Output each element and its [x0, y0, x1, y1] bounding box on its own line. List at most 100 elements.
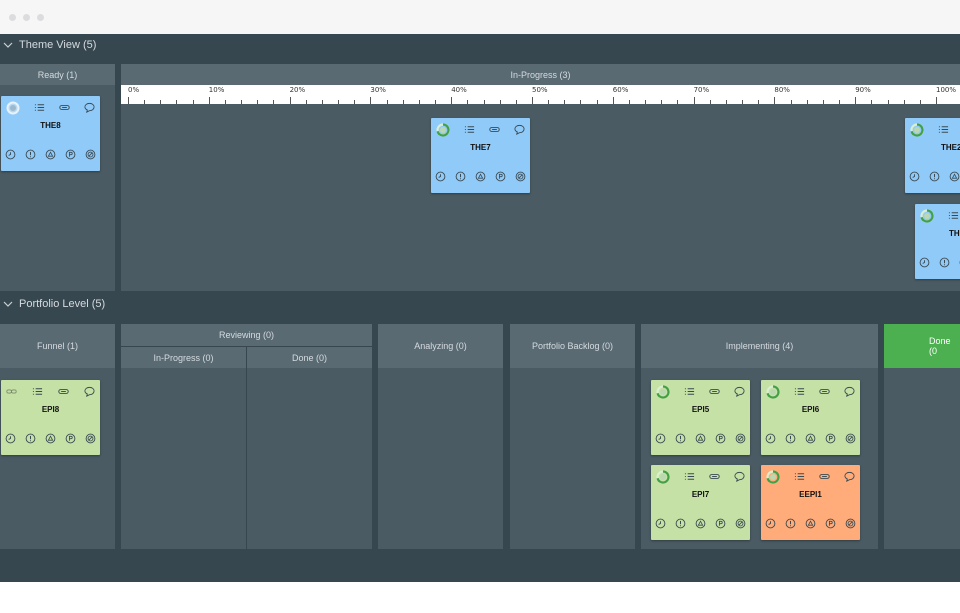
column-header-analyzing[interactable]: Analyzing (0) — [378, 324, 503, 368]
column-header-funnel[interactable]: Funnel (1) — [0, 324, 115, 368]
comment-icon[interactable] — [734, 386, 745, 397]
timer-icon[interactable] — [655, 433, 666, 444]
timer-icon[interactable] — [655, 518, 666, 529]
progress-ring-icon[interactable] — [910, 122, 924, 137]
progress-ring-icon[interactable] — [6, 101, 20, 115]
chevron-down-icon[interactable] — [3, 40, 13, 50]
checklist-icon[interactable] — [464, 124, 475, 135]
checklist-icon[interactable] — [794, 471, 805, 482]
timer-icon[interactable] — [765, 518, 776, 529]
comment-icon[interactable] — [844, 386, 855, 397]
column-header-done[interactable]: Done (0 — [884, 324, 960, 368]
progress-ring-icon[interactable] — [436, 122, 450, 137]
card-epi5[interactable]: EPI5 — [651, 380, 750, 455]
column-header-reviewing-done[interactable]: Done (0) — [247, 347, 372, 368]
attachment-icon[interactable] — [819, 471, 830, 482]
triangle-icon[interactable] — [805, 433, 816, 444]
window-minimize-dot[interactable] — [23, 14, 30, 21]
timer-icon[interactable] — [909, 171, 920, 182]
flag-p-icon[interactable] — [65, 149, 76, 160]
triangle-icon[interactable] — [475, 171, 486, 182]
comment-icon[interactable] — [84, 386, 95, 397]
checklist-icon[interactable] — [34, 102, 45, 113]
timer-icon[interactable] — [435, 171, 446, 182]
exclamation-icon[interactable] — [785, 433, 796, 444]
checklist-icon[interactable] — [938, 124, 949, 135]
flag-p-icon[interactable] — [825, 433, 836, 444]
blocked-icon[interactable] — [85, 433, 96, 444]
attachment-icon[interactable] — [59, 102, 70, 113]
comment-icon[interactable] — [84, 102, 95, 113]
flag-p-icon[interactable] — [495, 171, 506, 182]
exclamation-icon[interactable] — [675, 433, 686, 444]
column-header-ready[interactable]: Ready (1) — [0, 64, 115, 85]
blocked-icon[interactable] — [845, 433, 856, 444]
column-header-reviewing[interactable]: Reviewing (0) — [121, 324, 372, 346]
comment-icon[interactable] — [734, 471, 745, 482]
chevron-down-icon[interactable] — [3, 299, 13, 309]
ruler-tick — [499, 100, 501, 104]
flag-p-icon[interactable] — [715, 433, 726, 444]
blocked-icon[interactable] — [515, 171, 526, 182]
exclamation-icon[interactable] — [929, 171, 940, 182]
checklist-icon[interactable] — [684, 471, 695, 482]
card-the7[interactable]: THE7 — [431, 118, 530, 193]
portfolio-level-header[interactable]: Portfolio Level (5) — [0, 293, 960, 315]
exclamation-icon[interactable] — [455, 171, 466, 182]
progress-ring-icon[interactable] — [920, 208, 934, 223]
flag-p-icon[interactable] — [715, 518, 726, 529]
exclamation-icon[interactable] — [25, 149, 36, 160]
card-the2[interactable]: THE2 — [905, 118, 960, 193]
triangle-icon[interactable] — [695, 433, 706, 444]
timer-icon[interactable] — [919, 257, 930, 268]
blocked-icon[interactable] — [85, 149, 96, 160]
triangle-icon[interactable] — [949, 171, 960, 182]
column-header-portfolio-backlog[interactable]: Portfolio Backlog (0) — [510, 324, 635, 368]
exclamation-icon[interactable] — [785, 518, 796, 529]
column-header-implementing[interactable]: Implementing (4) — [641, 324, 878, 368]
attachment-icon[interactable] — [489, 124, 500, 135]
progress-ring-icon[interactable] — [656, 469, 670, 484]
progress-ring-icon[interactable] — [766, 469, 780, 484]
checklist-icon[interactable] — [684, 386, 695, 397]
comment-icon[interactable] — [844, 471, 855, 482]
triangle-icon[interactable] — [695, 518, 706, 529]
blocked-icon[interactable] — [735, 433, 746, 444]
flag-p-icon[interactable] — [65, 433, 76, 444]
flag-p-icon[interactable] — [825, 518, 836, 529]
triangle-icon[interactable] — [805, 518, 816, 529]
progress-ring-icon[interactable] — [656, 384, 670, 399]
exclamation-icon[interactable] — [939, 257, 950, 268]
blocked-icon[interactable] — [845, 518, 856, 529]
attachment-icon[interactable] — [819, 386, 830, 397]
checklist-icon[interactable] — [794, 386, 805, 397]
card-epi7[interactable]: EPI7 — [651, 465, 750, 540]
timer-icon[interactable] — [5, 433, 16, 444]
card-epi8[interactable]: EPI8 — [1, 380, 100, 455]
timer-icon[interactable] — [765, 433, 776, 444]
card-eepi1[interactable]: EEPI1 — [761, 465, 860, 540]
card-the8[interactable]: THE8 — [1, 96, 100, 171]
attachment-icon[interactable] — [709, 386, 720, 397]
blocked-icon[interactable] — [735, 518, 746, 529]
card-epi6[interactable]: EPI6 — [761, 380, 860, 455]
attachment-icon[interactable] — [58, 386, 69, 397]
column-header-in-progress[interactable]: In-Progress (3) — [121, 64, 960, 85]
comment-icon[interactable] — [514, 124, 525, 135]
link-icon[interactable] — [6, 386, 17, 397]
exclamation-icon[interactable] — [25, 433, 36, 444]
checklist-icon[interactable] — [948, 210, 959, 221]
ruler-tick — [548, 100, 550, 104]
theme-view-header[interactable]: Theme View (5) — [0, 34, 960, 56]
window-maximize-dot[interactable] — [37, 14, 44, 21]
checklist-icon[interactable] — [32, 386, 43, 397]
card-th[interactable]: TH — [915, 204, 960, 279]
column-header-reviewing-in-progress[interactable]: In-Progress (0) — [121, 347, 246, 368]
attachment-icon[interactable] — [709, 471, 720, 482]
timer-icon[interactable] — [5, 149, 16, 160]
triangle-icon[interactable] — [45, 433, 56, 444]
triangle-icon[interactable] — [45, 149, 56, 160]
window-close-dot[interactable] — [9, 14, 16, 21]
progress-ring-icon[interactable] — [766, 384, 780, 399]
exclamation-icon[interactable] — [675, 518, 686, 529]
